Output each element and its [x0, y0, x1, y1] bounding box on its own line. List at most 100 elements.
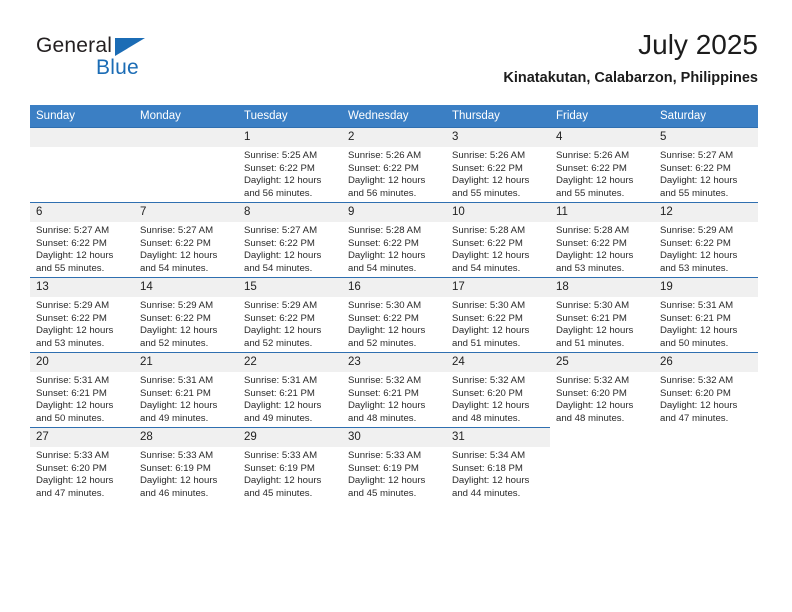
daylight-text: and 55 minutes.: [36, 262, 105, 274]
day-number: 18: [550, 278, 654, 297]
calendar-day-cell[interactable]: 29 Sunrise: 5:33 AM Sunset: 6:19 PM Dayligh…: [238, 427, 342, 502]
calendar-day-cell[interactable]: 23 Sunrise: 5:32 AM Sunset: 6:21 PM Dayligh…: [342, 352, 446, 428]
day-number: 1: [238, 128, 342, 147]
calendar-day-cell[interactable]: 18 Sunrise: 5:30 AM Sunset: 6:21 PM Dayligh…: [550, 277, 654, 353]
day-details: Sunrise: 5:33 AM Sunset: 6:20 PM Daylight:…: [30, 447, 134, 500]
day-details: Sunrise: 5:28 AM Sunset: 6:22 PM Daylight:…: [550, 222, 654, 275]
sunset-text: Sunset: 6:21 PM: [36, 387, 107, 399]
day-details: Sunrise: 5:32 AM Sunset: 6:21 PM Daylight:…: [342, 372, 446, 425]
daylight-text: and 45 minutes.: [244, 487, 313, 499]
page-title: July 2025: [638, 29, 758, 60]
daylight-text: and 48 minutes.: [556, 412, 625, 424]
sunrise-text: Sunrise: 5:33 AM: [244, 450, 318, 461]
calendar-day-cell[interactable]: 3 Sunrise: 5:26 AM Sunset: 6:22 PM Daylight…: [446, 127, 550, 203]
day-number: 11: [550, 203, 654, 222]
day-number: [550, 428, 654, 447]
calendar-day-cell[interactable]: 19 Sunrise: 5:31 AM Sunset: 6:21 PM Dayligh…: [654, 277, 758, 353]
sunset-text: Sunset: 6:19 PM: [348, 462, 419, 474]
day-number: 27: [30, 428, 134, 447]
sunset-text: Sunset: 6:22 PM: [452, 312, 523, 324]
daylight-text: and 54 minutes.: [140, 262, 209, 274]
day-number: 8: [238, 203, 342, 222]
calendar-day-cell[interactable]: 6 Sunrise: 5:27 AM Sunset: 6:22 PM Daylight…: [30, 202, 134, 278]
daylight-text: Daylight: 12 hours: [556, 400, 634, 412]
day-details: Sunrise: 5:27 AM Sunset: 6:22 PM Daylight:…: [30, 222, 134, 275]
day-number: 15: [238, 278, 342, 297]
daylight-text: Daylight: 12 hours: [556, 175, 634, 187]
calendar-day-cell[interactable]: 31 Sunrise: 5:34 AM Sunset: 6:18 PM Dayligh…: [446, 427, 550, 502]
daylight-text: and 46 minutes.: [140, 487, 209, 499]
daylight-text: Daylight: 12 hours: [660, 400, 738, 412]
calendar-day-cell[interactable]: 2 Sunrise: 5:26 AM Sunset: 6:22 PM Daylight…: [342, 127, 446, 203]
calendar-day-cell[interactable]: 14 Sunrise: 5:29 AM Sunset: 6:22 PM Dayligh…: [134, 277, 238, 353]
daylight-text: Daylight: 12 hours: [660, 250, 738, 262]
daylight-text: Daylight: 12 hours: [348, 175, 426, 187]
daylight-text: and 51 minutes.: [556, 337, 625, 349]
day-details: Sunrise: 5:26 AM Sunset: 6:22 PM Daylight:…: [446, 147, 550, 200]
calendar-day-cell[interactable]: 21 Sunrise: 5:31 AM Sunset: 6:21 PM Dayligh…: [134, 352, 238, 428]
daylight-text: Daylight: 12 hours: [36, 250, 114, 262]
calendar-day-cell[interactable]: 22 Sunrise: 5:31 AM Sunset: 6:21 PM Dayligh…: [238, 352, 342, 428]
sunset-text: Sunset: 6:22 PM: [660, 162, 731, 174]
sunrise-text: Sunrise: 5:29 AM: [36, 300, 110, 311]
daylight-text: and 44 minutes.: [452, 487, 521, 499]
day-details: Sunrise: 5:26 AM Sunset: 6:22 PM Daylight:…: [342, 147, 446, 200]
calendar-day-cell[interactable]: 30 Sunrise: 5:33 AM Sunset: 6:19 PM Dayligh…: [342, 427, 446, 502]
sunrise-text: Sunrise: 5:26 AM: [348, 150, 422, 161]
calendar-day-cell[interactable]: 25 Sunrise: 5:32 AM Sunset: 6:20 PM Dayligh…: [550, 352, 654, 428]
sunset-text: Sunset: 6:22 PM: [244, 162, 315, 174]
day-details: Sunrise: 5:28 AM Sunset: 6:22 PM Daylight:…: [446, 222, 550, 275]
sunrise-text: Sunrise: 5:31 AM: [140, 375, 214, 386]
calendar-day-cell[interactable]: 8 Sunrise: 5:27 AM Sunset: 6:22 PM Daylight…: [238, 202, 342, 278]
sunrise-text: Sunrise: 5:26 AM: [556, 150, 630, 161]
daylight-text: and 54 minutes.: [452, 262, 521, 274]
calendar-day-cell[interactable]: 17 Sunrise: 5:30 AM Sunset: 6:22 PM Dayligh…: [446, 277, 550, 353]
sunset-text: Sunset: 6:22 PM: [452, 162, 523, 174]
sunrise-text: Sunrise: 5:28 AM: [556, 225, 630, 236]
calendar-day-cell[interactable]: 4 Sunrise: 5:26 AM Sunset: 6:22 PM Daylight…: [550, 127, 654, 203]
daylight-text: Daylight: 12 hours: [348, 250, 426, 262]
calendar-day-cell[interactable]: 10 Sunrise: 5:28 AM Sunset: 6:22 PM Dayligh…: [446, 202, 550, 278]
daylight-text: and 52 minutes.: [348, 337, 417, 349]
sunset-text: Sunset: 6:21 PM: [348, 387, 419, 399]
sunset-text: Sunset: 6:20 PM: [452, 387, 523, 399]
daylight-text: Daylight: 12 hours: [140, 475, 218, 487]
sunrise-text: Sunrise: 5:29 AM: [140, 300, 214, 311]
calendar-day-cell[interactable]: 1 Sunrise: 5:25 AM Sunset: 6:22 PM Daylight…: [238, 127, 342, 203]
calendar-day-cell[interactable]: 20 Sunrise: 5:31 AM Sunset: 6:21 PM Dayligh…: [30, 352, 134, 428]
daylight-text: Daylight: 12 hours: [348, 475, 426, 487]
sunrise-text: Sunrise: 5:26 AM: [452, 150, 526, 161]
daylight-text: Daylight: 12 hours: [36, 475, 114, 487]
calendar-day-cell[interactable]: 13 Sunrise: 5:29 AM Sunset: 6:22 PM Dayligh…: [30, 277, 134, 353]
title-block: July 2025 Kinatakutan, Calabarzon, Phili…: [503, 28, 758, 88]
calendar-day-cell[interactable]: 26 Sunrise: 5:32 AM Sunset: 6:20 PM Dayligh…: [654, 352, 758, 428]
day-details: Sunrise: 5:33 AM Sunset: 6:19 PM Daylight:…: [342, 447, 446, 500]
day-details: Sunrise: 5:34 AM Sunset: 6:18 PM Daylight:…: [446, 447, 550, 500]
calendar-day-cell[interactable]: 24 Sunrise: 5:32 AM Sunset: 6:20 PM Dayligh…: [446, 352, 550, 428]
calendar-day-cell[interactable]: 5 Sunrise: 5:27 AM Sunset: 6:22 PM Daylight…: [654, 127, 758, 203]
daylight-text: and 48 minutes.: [348, 412, 417, 424]
calendar-week-row: 20 Sunrise: 5:31 AM Sunset: 6:21 PM Dayligh…: [30, 352, 758, 428]
sunrise-text: Sunrise: 5:28 AM: [348, 225, 422, 236]
daylight-text: and 53 minutes.: [556, 262, 625, 274]
calendar-day-cell[interactable]: 9 Sunrise: 5:28 AM Sunset: 6:22 PM Daylight…: [342, 202, 446, 278]
calendar-day-cell[interactable]: 27 Sunrise: 5:33 AM Sunset: 6:20 PM Dayligh…: [30, 427, 134, 502]
day-details: Sunrise: 5:33 AM Sunset: 6:19 PM Daylight:…: [238, 447, 342, 500]
day-number: 26: [654, 353, 758, 372]
sunset-text: Sunset: 6:22 PM: [556, 237, 627, 249]
generalblue-logo[interactable]: General Blue: [36, 34, 236, 92]
sunrise-text: Sunrise: 5:34 AM: [452, 450, 526, 461]
day-number: 3: [446, 128, 550, 147]
calendar-day-cell[interactable]: 15 Sunrise: 5:29 AM Sunset: 6:22 PM Dayligh…: [238, 277, 342, 353]
calendar-day-cell[interactable]: 12 Sunrise: 5:29 AM Sunset: 6:22 PM Dayligh…: [654, 202, 758, 278]
calendar-day-cell[interactable]: 11 Sunrise: 5:28 AM Sunset: 6:22 PM Dayligh…: [550, 202, 654, 278]
day-number: [134, 128, 238, 147]
calendar-day-cell[interactable]: 28 Sunrise: 5:33 AM Sunset: 6:19 PM Dayligh…: [134, 427, 238, 502]
day-number: [654, 428, 758, 447]
day-details: Sunrise: 5:30 AM Sunset: 6:22 PM Daylight:…: [342, 297, 446, 350]
daylight-text: and 53 minutes.: [660, 262, 729, 274]
calendar-day-cell[interactable]: 16 Sunrise: 5:30 AM Sunset: 6:22 PM Dayligh…: [342, 277, 446, 353]
sunset-text: Sunset: 6:20 PM: [36, 462, 107, 474]
calendar-day-cell[interactable]: 7 Sunrise: 5:27 AM Sunset: 6:22 PM Daylight…: [134, 202, 238, 278]
daylight-text: Daylight: 12 hours: [452, 175, 530, 187]
